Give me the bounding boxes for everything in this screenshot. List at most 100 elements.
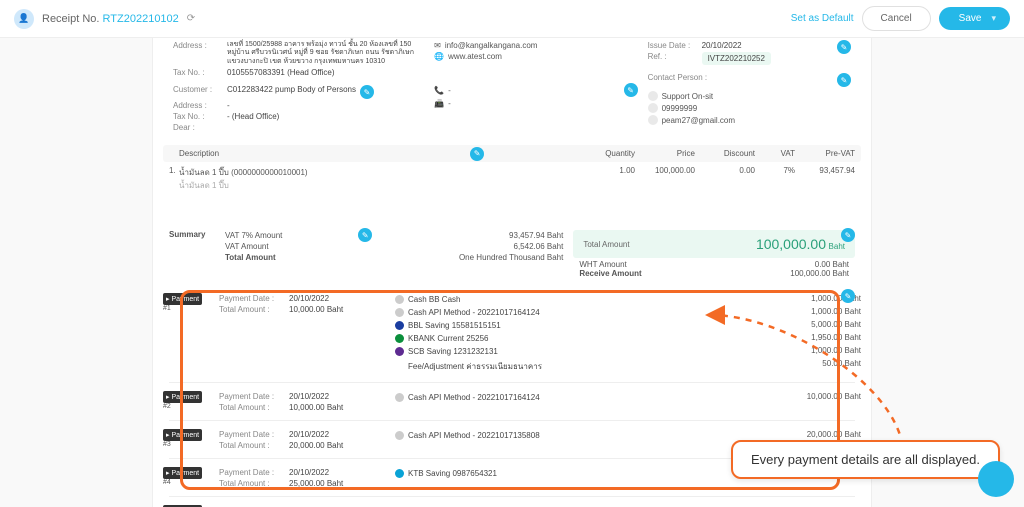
address-label: Address : (173, 41, 223, 66)
taxno-label: Tax No. : (173, 68, 223, 77)
payment-total: 20,000.00 Baht (289, 441, 343, 450)
col-prevat: Pre-VAT (795, 149, 855, 158)
chat-bubble-icon[interactable] (978, 461, 1014, 497)
vat7-value: 93,457.94 Baht (509, 231, 563, 240)
payment-item-amount: 5,000.00 Baht (811, 320, 861, 331)
vat7-label: VAT 7% Amount (225, 231, 282, 240)
payment-method-text: Cash API Method - 20221017164124 (408, 393, 540, 402)
contact-name: Support On-sit (662, 92, 714, 101)
phone-icon (648, 103, 658, 113)
topbar-right: Set as Default Cancel Save ▾ (791, 6, 1010, 31)
edit-icon[interactable]: ✎ (624, 83, 638, 97)
total-box: Total Amount 100,000.00 Baht (573, 230, 855, 258)
bank-icon (395, 321, 404, 330)
cust-tax-value: - (Head Office) (227, 112, 279, 121)
item-discount: 0.00 (695, 166, 755, 175)
total-amount-value: 100,000.00 (756, 236, 826, 252)
row-index: 1. (169, 166, 179, 175)
issue-date: 20/10/2022 (702, 41, 742, 50)
avatar-icon: 👤 (14, 9, 34, 29)
contact-phone: 09999999 (662, 104, 698, 113)
save-label: Save (959, 13, 982, 24)
refresh-icon[interactable]: ⟳ (187, 13, 195, 24)
info-block: Address : เลขที่ 1500/25988 อาคาร พร้อมุ… (163, 38, 861, 139)
payment-method-text: KBANK Current 25256 (408, 334, 489, 343)
receive-label: Receive Amount (579, 269, 641, 278)
bank-icon (395, 347, 404, 356)
payment-total-label: Total Amount : (219, 441, 289, 450)
taxno-value: 0105557083391 (Head Office) (227, 68, 335, 77)
fax: - (448, 99, 451, 108)
payment-tag[interactable]: ▸ Payment (163, 293, 202, 305)
payment-date-label: Payment Date : (219, 294, 289, 303)
payment-total-label: Total Amount : (219, 305, 289, 314)
payment-date: 20/10/2022 (289, 294, 329, 303)
doc-meta: ✎ Issue Date : 20/10/2022 Ref. : IVTZ202… (648, 40, 851, 133)
total-words: One Hundred Thousand Baht (459, 253, 563, 262)
bank-icon (395, 308, 404, 317)
payment-tag[interactable]: ▸ Payment (163, 429, 202, 441)
edit-icon[interactable]: ✎ (837, 73, 851, 87)
cust-address-value: - (227, 101, 230, 110)
edit-icon[interactable]: ✎ (837, 40, 851, 54)
save-button[interactable]: Save ▾ (939, 7, 1010, 30)
summary-block: ✎ Summary VAT 7% Amount93,457.94 Baht VA… (163, 230, 861, 278)
payment-method-text: KTB Saving 0987654321 (408, 469, 497, 478)
bank-icon (395, 469, 404, 478)
payment-total-label: Total Amount : (219, 403, 289, 412)
col-vat: VAT (755, 149, 795, 158)
address-value: เลขที่ 1500/25988 อาคาร พร้อมุ่ง ทาวน์ ช… (227, 41, 417, 66)
payment-method-text: Cash API Method - 20221017164124 (408, 308, 540, 317)
contact-email: peam27@gmail.com (662, 116, 735, 125)
col-price: Price (635, 149, 695, 158)
payment-block: ▸ Payment #5 Payment Date :20/10/2022 To… (163, 500, 861, 507)
email: info@kangalkangana.com (445, 41, 538, 50)
cancel-button[interactable]: Cancel (862, 6, 931, 31)
ref-value[interactable]: IVTZ202210252 (702, 52, 771, 65)
item-qty: 1.00 (575, 166, 635, 175)
set-default-link[interactable]: Set as Default (791, 13, 854, 24)
item-vat: 7% (755, 166, 795, 175)
payment-tag[interactable]: ▸ Payment (163, 467, 202, 479)
callout-text: Every payment details are all displayed. (751, 452, 980, 467)
bank-icon (395, 393, 404, 402)
phone: - (448, 86, 451, 95)
receipt-prefix: Receipt No. (42, 13, 99, 25)
dear-label: Dear : (173, 123, 223, 132)
receipt-number: RTZ202210102 (103, 13, 179, 25)
payment-date-label: Payment Date : (219, 468, 289, 477)
wht-value: 0.00 Baht (815, 260, 849, 269)
payment-item-amount: 10,000.00 Baht (807, 392, 861, 403)
contact-person-label: Contact Person : (648, 73, 708, 87)
topbar: 👤 Receipt No. RTZ202210102 ⟳ Set as Defa… (0, 0, 1024, 38)
payment-total: 25,000.00 Baht (289, 479, 343, 488)
customer-value: C012283422 pump Body of Persons (227, 85, 356, 99)
bank-icon (395, 431, 404, 440)
topbar-left: 👤 Receipt No. RTZ202210102 ⟳ (14, 9, 195, 29)
vat-value: 6,542.06 Baht (514, 242, 564, 251)
payment-item-amount: 50.00 Baht (822, 359, 861, 374)
col-discount: Discount (695, 149, 755, 158)
item-price: 100,000.00 (635, 166, 695, 175)
payment-method-text: Cash API Method - 20221017135808 (408, 431, 540, 440)
chevron-down-icon: ▾ (991, 13, 996, 24)
item-prevat: 93,457.94 (795, 166, 855, 175)
col-qty: Quantity (575, 149, 635, 158)
wht-label: WHT Amount (579, 260, 626, 269)
payment-date-label: Payment Date : (219, 392, 289, 401)
edit-icon[interactable]: ✎ (470, 147, 484, 161)
vat-label: VAT Amount (225, 242, 269, 251)
contact-info: ✉info@kangalkangana.com 🌐www.atest.com 📞… (427, 40, 637, 133)
item-row: 1. น้ำมันลด 1 ปี๊บ (0000000000010001) น้… (163, 162, 861, 196)
item-desc: น้ำมันลด 1 ปี๊บ (0000000000010001) (179, 166, 575, 179)
summary-label: Summary (169, 230, 217, 263)
person-icon (648, 91, 658, 101)
website: www.atest.com (448, 52, 502, 61)
edit-icon[interactable]: ✎ (360, 85, 374, 99)
document-content: Address : เลขที่ 1500/25988 อาคาร พร้อมุ… (163, 38, 861, 507)
payment-tag[interactable]: ▸ Payment (163, 391, 202, 403)
payment-method-text: BBL Saving 15581515151 (408, 321, 501, 330)
total-words-label: Total Amount (225, 253, 276, 262)
cust-tax-label: Tax No. : (173, 112, 223, 121)
payment-total-label: Total Amount : (219, 479, 289, 488)
